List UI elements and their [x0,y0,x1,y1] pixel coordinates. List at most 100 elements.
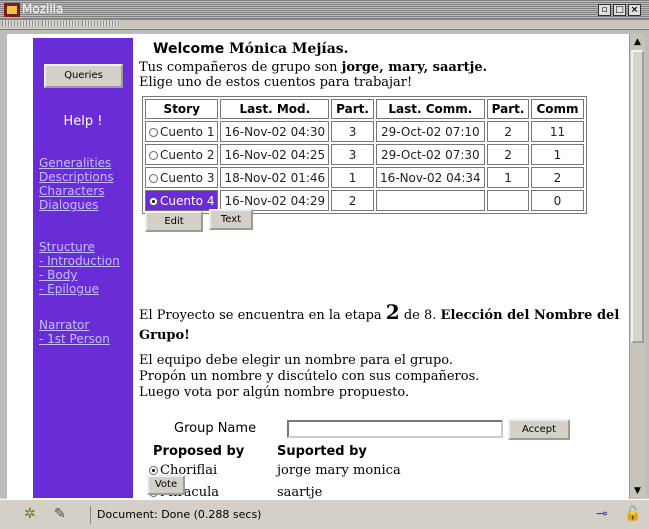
proposal-supporters: saartje [277,485,323,499]
security-lock-icon[interactable]: 🔓 [624,506,641,522]
col-part-2: Part. [486,99,530,119]
composer-icon[interactable]: ✎ [54,506,66,522]
nav-characters[interactable]: Characters [39,184,105,198]
help-link[interactable]: Help ! [33,114,133,129]
story-cell-selected[interactable]: Cuento 4 [145,190,219,211]
col-part: Part. [331,99,374,119]
col-last-mod: Last. Mod. [220,99,330,119]
status-bar: ✲ ✎ Document: Done (0.288 secs) ⊸ 🔓 [0,499,649,529]
story-cell[interactable]: Cuento 1 [145,121,219,142]
welcome-prefix: Welcome [153,41,225,57]
table-row: Cuento 2 16-Nov-02 04:25 3 29-Oct-02 07:… [145,144,584,165]
partners-names: jorge, mary, saartje. [341,60,488,75]
sidebar: Queries Help ! Generalities Descriptions… [33,38,133,498]
part2-cell: 2 [486,121,530,142]
nav-narrator[interactable]: Narrator [39,318,89,332]
minimize-button[interactable]: ▫ [598,4,611,16]
partners-line: Tus compañeros de grupo son jorge, mary,… [139,60,487,75]
online-status-icon[interactable]: ⊸ [596,506,608,522]
last-mod-cell: 16-Nov-02 04:29 [220,190,330,211]
story-radio[interactable] [149,173,158,183]
part2-cell: 2 [486,144,530,165]
nav-structure[interactable]: Structure [39,240,95,254]
scroll-up-arrow-icon[interactable]: ▲ [630,35,645,49]
last-mod-cell: 18-Nov-02 01:46 [220,167,330,188]
part-cell: 3 [331,121,374,142]
last-mod-cell: 16-Nov-02 04:30 [220,121,330,142]
col-last-comm: Last. Comm. [375,99,485,119]
grippy-3[interactable] [82,21,120,26]
col-comm: Comm [531,99,584,119]
proposal-supporters: jorge mary monica [277,463,401,478]
edit-button[interactable]: Edit [145,211,203,232]
scrollbar-thumb[interactable] [631,50,644,343]
nav-1st-person[interactable]: - 1st Person [39,332,110,346]
instruction-line-3: Luego vota por algún nombre propuesto. [139,385,410,400]
instruction-line-1: El equipo debe elegir un nombre para el … [139,353,454,368]
supported-by-header: Suported by [277,444,367,459]
story-radio[interactable] [149,127,158,137]
table-row: Cuento 3 18-Nov-02 01:46 1 16-Nov-02 04:… [145,167,584,188]
part-cell: 2 [331,190,374,211]
text-button[interactable]: Text [209,209,253,230]
toolbar-grippies [0,20,649,28]
table-header-row: Story Last. Mod. Part. Last. Comm. Part.… [145,99,584,119]
grippy-2[interactable] [42,21,80,26]
nav-generalities[interactable]: Generalities [39,156,111,170]
group-name-input[interactable] [287,420,503,438]
stage-text: El Proyecto se encuentra en la etapa 2 d… [139,302,629,346]
part-cell: 1 [331,167,374,188]
last-comm-cell [375,190,485,211]
choose-story-text: Elige uno de estos cuentos para trabajar… [139,75,413,90]
nav-descriptions[interactable]: Descriptions [39,170,114,184]
status-text: Document: Done (0.288 secs) [90,506,590,524]
table-row: Cuento 1 16-Nov-02 04:30 3 29-Oct-02 07:… [145,121,584,142]
stage-of: de 8. [399,308,441,323]
queries-button[interactable]: Queries [44,64,123,88]
story-name: Cuento 3 [160,170,215,185]
maximize-button[interactable]: □ [613,4,626,16]
nav-body[interactable]: - Body [39,268,77,282]
comm-cell: 2 [531,167,584,188]
story-cell[interactable]: Cuento 3 [145,167,219,188]
group-name-label: Group Name [174,421,257,436]
story-name: Cuento 4 [160,193,215,208]
nav-dialogues[interactable]: Dialogues [39,198,98,212]
window-title: Mozilla [22,2,64,16]
proposal-radio-selected[interactable] [149,466,158,475]
scroll-down-arrow-icon[interactable]: ▼ [630,484,645,498]
window-titlebar: Mozilla ▫ □ × [0,0,649,20]
part2-cell [486,190,530,211]
last-comm-cell: 16-Nov-02 04:34 [375,167,485,188]
comm-cell: 0 [531,190,584,211]
grippy-1[interactable] [2,21,40,26]
page-content: Queries Help ! Generalities Descriptions… [7,34,629,499]
partners-prefix: Tus compañeros de grupo son [139,60,342,75]
last-comm-cell: 29-Oct-02 07:10 [375,121,485,142]
accept-button[interactable]: Accept [508,419,570,440]
mozilla-app-icon[interactable] [4,3,20,17]
vertical-scrollbar[interactable]: ▲ ▼ [629,34,645,499]
story-name: Cuento 1 [160,124,215,139]
story-name: Cuento 2 [160,147,215,162]
proposed-by-header: Proposed by [153,444,245,459]
part-cell: 3 [331,144,374,165]
story-radio[interactable] [149,150,158,160]
col-story: Story [145,99,219,119]
last-mod-cell: 16-Nov-02 04:25 [220,144,330,165]
vote-button[interactable]: Vote [147,475,185,495]
story-cell[interactable]: Cuento 2 [145,144,219,165]
table-row: Cuento 4 16-Nov-02 04:29 2 0 [145,190,584,211]
close-button[interactable]: × [628,4,641,16]
nav-introduction[interactable]: - Introduction [39,254,120,268]
part2-cell: 1 [486,167,530,188]
stage-prefix: El Proyecto se encuentra en la etapa [139,308,386,323]
story-radio-selected[interactable] [149,196,158,206]
welcome-heading: Welcome Mónica Mejías. [153,41,349,57]
nav-epilogue[interactable]: - Epilogue [39,282,99,296]
navigator-icon[interactable]: ✲ [24,506,36,522]
instruction-line-2: Propón un nombre y discútelo con sus com… [139,369,480,384]
stage-number: 2 [385,300,400,324]
comm-cell: 1 [531,144,584,165]
stories-table: Story Last. Mod. Part. Last. Comm. Part.… [142,96,587,214]
